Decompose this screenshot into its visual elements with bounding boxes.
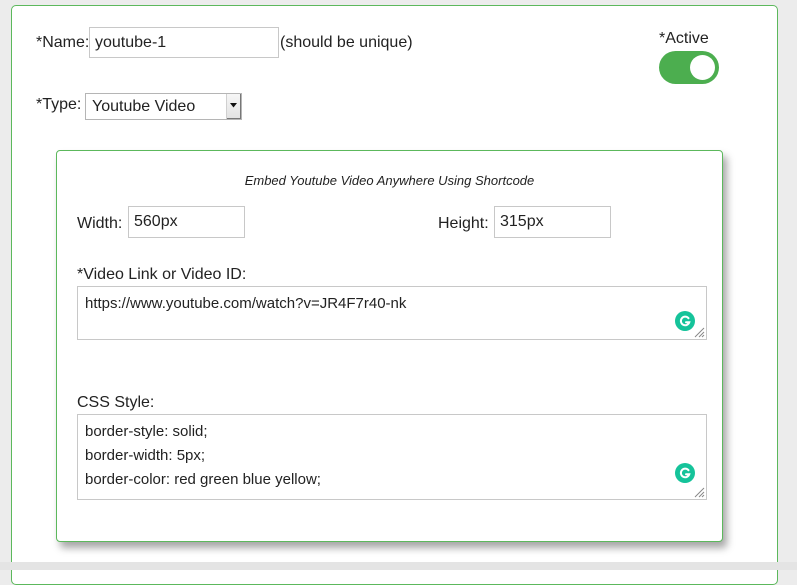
- height-label: Height:: [438, 215, 489, 232]
- bottom-strip: [0, 562, 797, 570]
- video-link-label: *Video Link or Video ID:: [77, 266, 247, 283]
- css-style-label: CSS Style:: [77, 394, 155, 411]
- type-select[interactable]: Youtube Video: [85, 93, 242, 120]
- active-label: *Active: [659, 30, 709, 47]
- width-input[interactable]: [128, 206, 245, 238]
- css-style-textarea[interactable]: border-style: solid; border-width: 5px; …: [77, 414, 707, 500]
- toggle-knob: [690, 55, 715, 80]
- resize-grip-icon[interactable]: [693, 326, 705, 338]
- embed-panel: Embed Youtube Video Anywhere Using Short…: [56, 150, 723, 542]
- type-label: *Type:: [36, 96, 82, 113]
- grammarly-icon[interactable]: [675, 463, 695, 483]
- css-line-1: border-style: solid;: [85, 423, 208, 440]
- name-input[interactable]: [89, 27, 279, 58]
- caret-down-icon[interactable]: [226, 94, 241, 119]
- css-line-3: border-color: red green blue yellow;: [85, 471, 321, 488]
- name-label: *Name:: [36, 34, 90, 51]
- resize-grip-icon[interactable]: [693, 486, 705, 498]
- height-input[interactable]: [494, 206, 611, 238]
- embed-caption: Embed Youtube Video Anywhere Using Short…: [244, 173, 535, 188]
- video-link-value: https://www.youtube.com/watch?v=JR4F7r40…: [85, 295, 407, 312]
- video-link-textarea[interactable]: https://www.youtube.com/watch?v=JR4F7r40…: [77, 286, 707, 340]
- name-hint: (should be unique): [280, 34, 413, 51]
- type-select-value: Youtube Video: [92, 98, 196, 115]
- active-toggle[interactable]: [659, 51, 719, 84]
- width-label: Width:: [77, 215, 123, 232]
- grammarly-icon[interactable]: [675, 311, 695, 331]
- css-line-2: border-width: 5px;: [85, 447, 206, 464]
